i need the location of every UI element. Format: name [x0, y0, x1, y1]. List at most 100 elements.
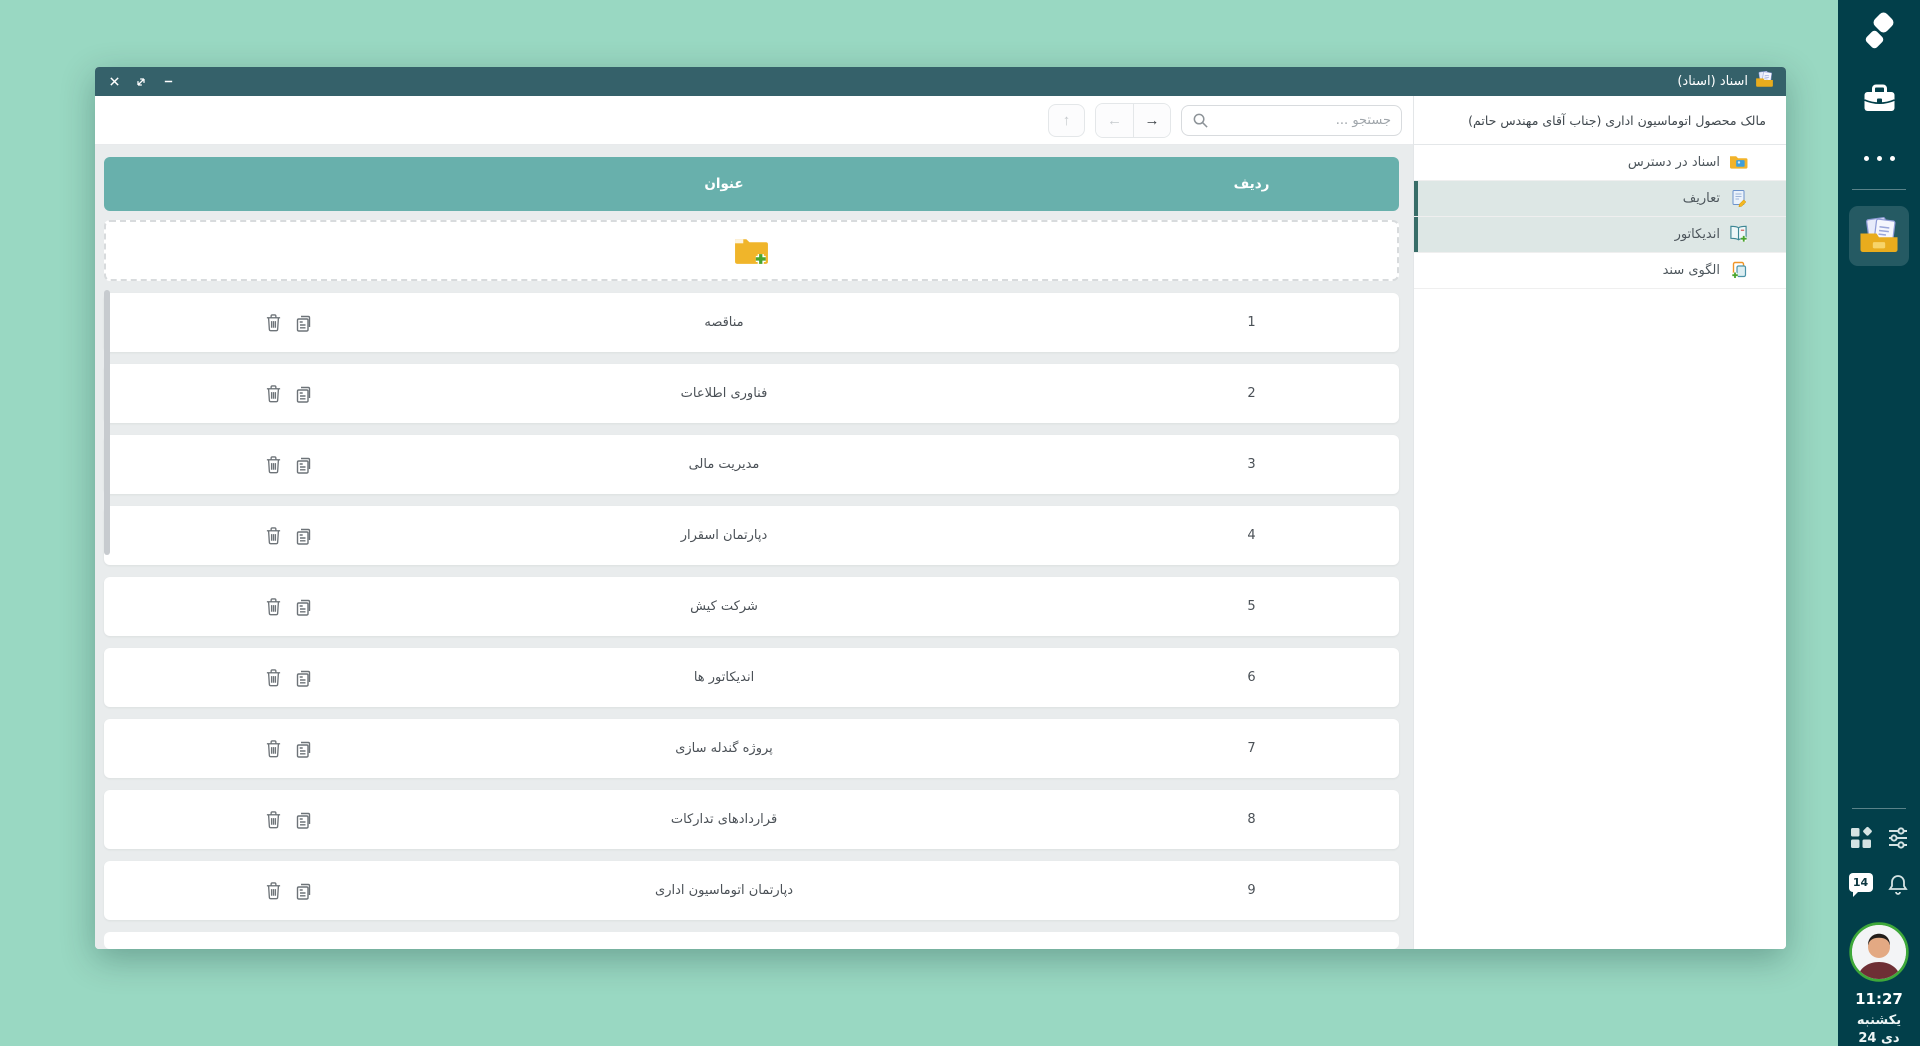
- trash-icon[interactable]: [265, 597, 282, 616]
- search-input[interactable]: [1217, 113, 1391, 128]
- table-row[interactable]: 4 دپارتمان اسقرار: [104, 506, 1399, 565]
- trash-icon[interactable]: [265, 881, 282, 900]
- clock-time: 11:27: [1855, 990, 1903, 1008]
- sidebar: مالک محصول اتوماسیون اداری (جناب آقای مه…: [1413, 96, 1786, 949]
- row-number: 1: [1104, 315, 1399, 330]
- row-title: مدیریت مالی: [344, 457, 1104, 472]
- copy-icon[interactable]: [294, 597, 314, 617]
- row-title: اندیکاتور ها: [344, 670, 1104, 685]
- nav-forward-button[interactable]: →: [1133, 104, 1170, 137]
- row-title: پروژه گندله سازی: [344, 741, 1104, 756]
- folder-documents-icon: [1755, 71, 1774, 92]
- table-row[interactable]: 1 مناقصه: [104, 293, 1399, 352]
- maximize-icon[interactable]: [134, 75, 148, 89]
- nav-back-button[interactable]: ←: [1096, 104, 1133, 137]
- sidebar-item-label: تعاریف: [1683, 191, 1720, 206]
- documents-window: اسناد (اسناد) مالک محصول اتوماسیون اداری…: [95, 67, 1786, 949]
- messages-badge[interactable]: 14: [1849, 873, 1873, 892]
- copy-icon[interactable]: [294, 739, 314, 759]
- template-add-icon: [1729, 261, 1748, 280]
- row-title: دپارتمان اتوماسیون اداری: [344, 883, 1104, 898]
- brand-logo-icon[interactable]: [1857, 10, 1901, 56]
- clock-date: 24 دی: [1858, 1031, 1899, 1046]
- table-row[interactable]: 5 شرکت کیش: [104, 577, 1399, 636]
- sidebar-item-label: اسناد در دسترس: [1628, 155, 1720, 170]
- dashboard-icon[interactable]: [1849, 826, 1873, 854]
- dock-divider: [1852, 808, 1906, 809]
- column-header-title: عنوان: [344, 176, 1104, 192]
- trash-icon[interactable]: [265, 739, 282, 758]
- window-titlebar: اسناد (اسناد): [95, 67, 1786, 96]
- window-controls: [107, 75, 175, 89]
- row-number: 6: [1104, 670, 1399, 685]
- copy-icon[interactable]: [294, 881, 314, 901]
- vertical-scrollbar[interactable]: [104, 290, 110, 555]
- arrow-right-icon: →: [1145, 112, 1160, 129]
- more-options-icon[interactable]: [1864, 156, 1895, 161]
- row-title: قراردادهای تدارکات: [344, 812, 1104, 827]
- table-row[interactable]: 2 فناوری اطلاعات: [104, 364, 1399, 423]
- row-title: دپارتمان اسقرار: [344, 528, 1104, 543]
- trash-icon[interactable]: [265, 313, 282, 332]
- book-add-icon: [1729, 225, 1748, 244]
- row-number: 5: [1104, 599, 1399, 614]
- trash-icon[interactable]: [265, 455, 282, 474]
- folder-list-area: ردیف عنوان 1: [95, 145, 1413, 949]
- sidebar-item-indicator[interactable]: اندیکاتور: [1414, 217, 1786, 253]
- column-header-row-number: ردیف: [1104, 176, 1399, 192]
- window-title-area: اسناد (اسناد): [1677, 71, 1774, 92]
- arrow-up-icon: ↑: [1063, 112, 1071, 129]
- trash-icon[interactable]: [265, 668, 282, 687]
- trash-icon[interactable]: [265, 384, 282, 403]
- copy-icon[interactable]: [294, 526, 314, 546]
- copy-icon[interactable]: [294, 668, 314, 688]
- row-number: 9: [1104, 883, 1399, 898]
- minimize-icon[interactable]: [161, 75, 175, 89]
- sidebar-item-document-template[interactable]: الگوی سند: [1414, 253, 1786, 289]
- row-number: 8: [1104, 812, 1399, 827]
- trash-icon[interactable]: [265, 526, 282, 545]
- trash-icon[interactable]: [265, 810, 282, 829]
- table-header: ردیف عنوان: [104, 157, 1399, 211]
- sidebar-item-label: الگوی سند: [1663, 263, 1720, 278]
- copy-icon[interactable]: [294, 810, 314, 830]
- documents-app-tile[interactable]: [1849, 206, 1909, 266]
- clock-weekday: یکشنبه: [1857, 1013, 1901, 1028]
- add-folder-icon[interactable]: [733, 235, 770, 266]
- table-row[interactable]: 7 پروژه گندله سازی: [104, 719, 1399, 778]
- copy-icon[interactable]: [294, 455, 314, 475]
- nav-up-button[interactable]: ↑: [1048, 104, 1085, 137]
- sidebar-item-label: اندیکاتور: [1675, 227, 1720, 242]
- row-title: مناقصه: [344, 315, 1104, 330]
- sidebar-item-available-documents[interactable]: اسناد در دسترس: [1414, 145, 1786, 181]
- briefcase-icon[interactable]: [1862, 84, 1897, 114]
- user-avatar[interactable]: [1849, 922, 1909, 982]
- document-edit-icon: [1729, 189, 1748, 208]
- messages-count: 14: [1853, 876, 1868, 889]
- sidebar-owner-label: مالک محصول اتوماسیون اداری (جناب آقای مه…: [1414, 96, 1786, 145]
- copy-icon[interactable]: [294, 384, 314, 404]
- sidebar-item-definitions[interactable]: تعاریف: [1414, 181, 1786, 217]
- dock-divider: [1852, 189, 1906, 190]
- row-title: شرکت کیش: [344, 599, 1104, 614]
- copy-icon[interactable]: [294, 313, 314, 333]
- row-title: فناوری اطلاعات: [344, 386, 1104, 401]
- folder-media-icon: [1729, 153, 1748, 172]
- table-row[interactable]: 3 مدیریت مالی: [104, 435, 1399, 494]
- row-number: 3: [1104, 457, 1399, 472]
- table-row[interactable]: 6 اندیکاتور ها: [104, 648, 1399, 707]
- search-box: [1181, 105, 1402, 136]
- nav-button-group: → ←: [1095, 103, 1171, 138]
- row-number: 2: [1104, 386, 1399, 401]
- add-folder-row[interactable]: [104, 220, 1399, 281]
- table-row[interactable]: 9 دپارتمان اتوماسیون اداری: [104, 861, 1399, 920]
- table-row-partial[interactable]: [104, 932, 1399, 949]
- folder-documents-icon: [1858, 217, 1900, 255]
- row-number: 7: [1104, 741, 1399, 756]
- table-row[interactable]: 8 قراردادهای تدارکات: [104, 790, 1399, 849]
- close-icon[interactable]: [107, 75, 121, 89]
- bell-icon[interactable]: [1886, 873, 1910, 901]
- arrow-left-icon: ←: [1107, 112, 1122, 129]
- main-area: → ← ↑ ردیف عنوان: [95, 96, 1413, 949]
- settings-sliders-icon[interactable]: [1886, 826, 1910, 854]
